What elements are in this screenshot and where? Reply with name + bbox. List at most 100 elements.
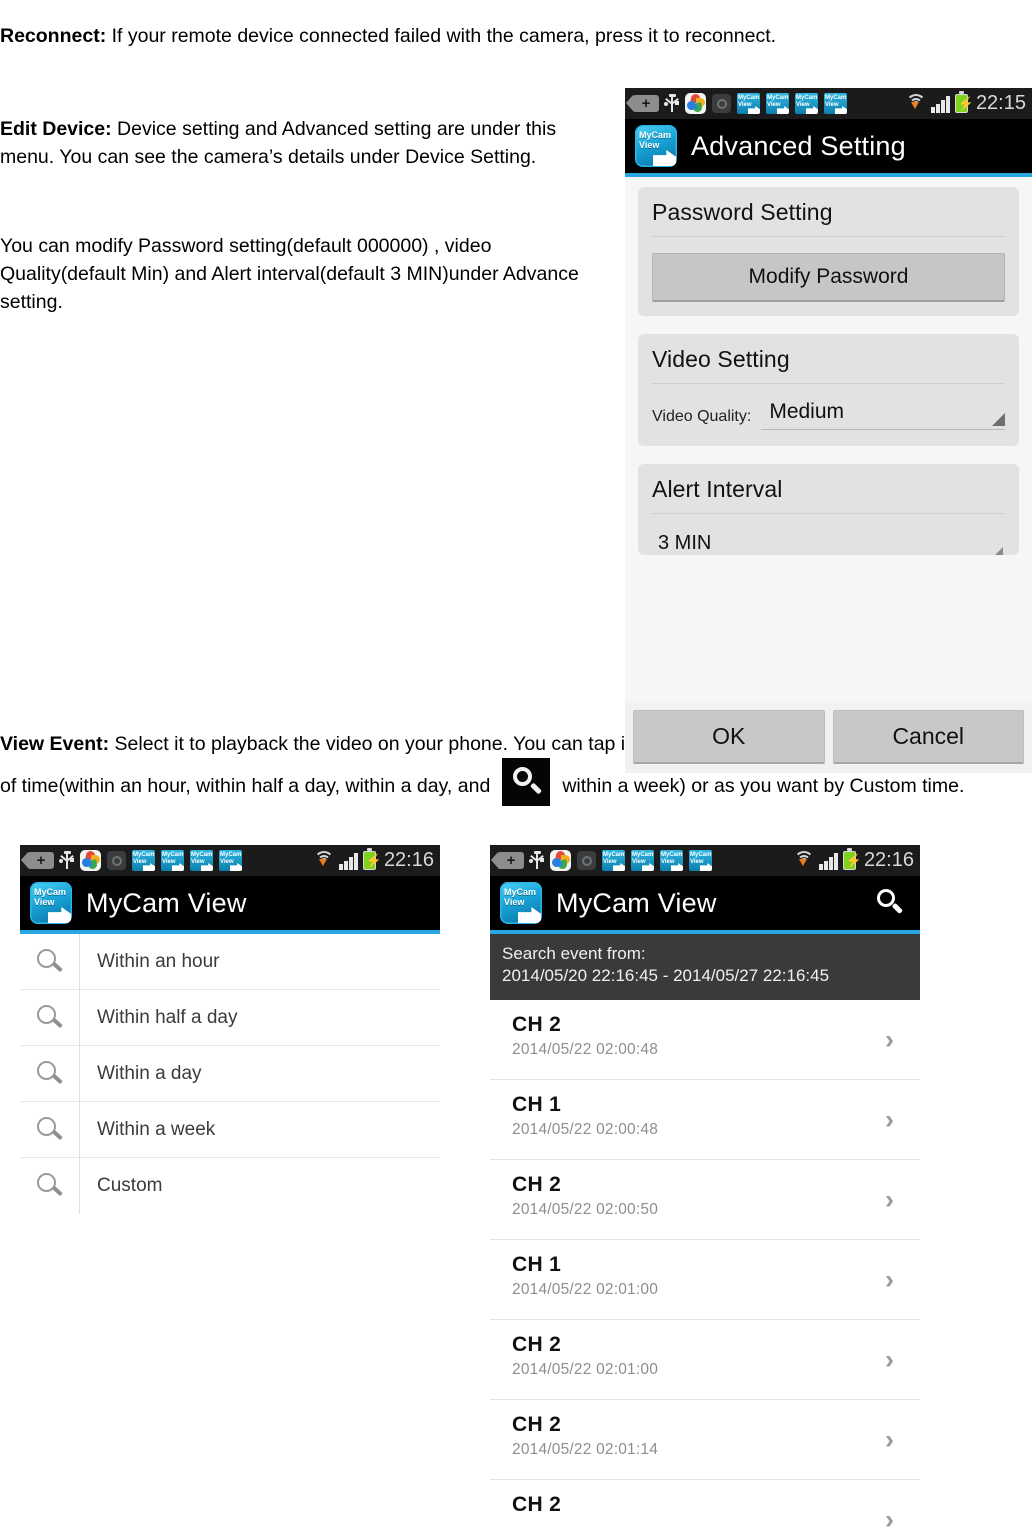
- event-channel: CH 2: [512, 1493, 562, 1516]
- chevron-right-icon: ›: [885, 1184, 894, 1214]
- page-title: MyCam View: [556, 887, 717, 918]
- event-timestamp: 2014/05/22 02:00:50: [512, 1201, 659, 1218]
- mycam-notification-icon: MyCam View: [190, 850, 213, 871]
- divider: [652, 236, 1005, 237]
- back-plus-icon: +: [626, 95, 659, 112]
- paragraph-edit-device: Edit Device: Device setting and Advanced…: [0, 115, 600, 171]
- photos-icon: [685, 93, 706, 114]
- list-item[interactable]: Within a week: [20, 1102, 440, 1158]
- mycam-notification-icon: MyCam View: [766, 93, 789, 114]
- search-range-banner: Search event from: 2014/05/20 22:16:45 -…: [490, 934, 920, 1000]
- screenshot-time-period-list: + MyCam View MyCam View MyCam View MyCam Vie…: [20, 845, 440, 1225]
- event-channel: CH 2: [512, 1333, 562, 1356]
- mycam-notification-icon: MyCam View: [689, 850, 712, 871]
- mycam-notification-icon: MyCam View: [161, 850, 184, 871]
- status-bar: + MyCam View MyCam View MyCam View MyCam Vie…: [20, 845, 440, 876]
- list-item-label: Custom: [97, 1175, 163, 1196]
- term-reconnect: Reconnect:: [0, 24, 107, 47]
- list-item-label: Within half a day: [97, 1006, 238, 1028]
- screenshot-advanced-setting: + MyCam View MyCam View MyCam View MyCam Vie…: [625, 88, 1032, 773]
- settings-body: Password Setting Modify Password Video S…: [625, 177, 1032, 773]
- battery-charging-icon: [954, 91, 968, 113]
- event-channel: CH 1: [512, 1253, 562, 1276]
- app-bar: MyCam View MyCam View: [490, 876, 920, 934]
- password-setting-card: Password Setting Modify Password: [638, 187, 1019, 316]
- event-channel: CH 2: [512, 1013, 562, 1036]
- usb-icon: [664, 94, 679, 113]
- alert-interval-title: Alert Interval: [652, 476, 783, 502]
- wifi-transfer-icon: [905, 94, 926, 113]
- list-item-label: Within an hour: [97, 950, 220, 972]
- screenshot-event-list: + MyCam View MyCam View MyCam View MyCam Vie…: [490, 845, 920, 1534]
- back-plus-icon: +: [21, 852, 54, 869]
- table-row[interactable]: CH 2 2014/05/22 02:01:14 ›: [490, 1400, 920, 1480]
- page-title: Advanced Setting: [691, 130, 906, 161]
- status-bar-time: 22:16: [863, 849, 914, 871]
- list-item[interactable]: Custom: [20, 1158, 440, 1214]
- modify-password-button[interactable]: Modify Password: [652, 253, 1005, 302]
- list-item-label: Within a week: [97, 1118, 216, 1140]
- video-setting-title: Video Setting: [652, 346, 790, 372]
- chevron-right-icon: ›: [885, 1104, 894, 1134]
- signal-icon: [339, 852, 358, 870]
- search-icon[interactable]: [874, 887, 906, 919]
- list-item[interactable]: Within a day: [20, 1046, 440, 1102]
- text-view-event-after: within a week) or as you want by Custom …: [562, 774, 965, 797]
- table-row[interactable]: CH 2 2014/05/22 02:00:50 ›: [490, 1160, 920, 1240]
- usb-icon: [59, 851, 74, 870]
- event-timestamp: 2014/05/22 02:01:14: [512, 1441, 659, 1458]
- gallery-icon: [107, 851, 126, 870]
- chevron-right-icon: ›: [885, 1344, 894, 1374]
- status-bar: + MyCam View MyCam View MyCam View MyCam Vie…: [625, 88, 1032, 119]
- search-icon: [502, 757, 551, 806]
- dialog-button-bar: OK Cancel: [625, 703, 1032, 773]
- battery-charging-icon: [842, 848, 856, 870]
- alert-interval-spinner[interactable]: 3 MIN: [652, 530, 1005, 555]
- mycam-notification-icon: MyCam View: [219, 850, 242, 871]
- video-quality-label: Video Quality:: [652, 408, 752, 425]
- battery-charging-icon: [362, 848, 376, 870]
- table-row[interactable]: CH 1 2014/05/22 02:01:00 ›: [490, 1240, 920, 1320]
- gallery-icon: [712, 94, 731, 113]
- chevron-right-icon: ›: [885, 1424, 894, 1454]
- signal-icon: [931, 95, 950, 113]
- paragraph-reconnect: Reconnect: If your remote device connect…: [0, 22, 1020, 50]
- gallery-icon: [577, 851, 596, 870]
- status-bar-time: 22:15: [975, 92, 1026, 114]
- status-bar: + MyCam View MyCam View MyCam View MyCam Vie…: [490, 845, 920, 876]
- event-timestamp: 2014/05/22 02:01:00: [512, 1361, 659, 1378]
- event-list: CH 2 2014/05/22 02:00:48 › CH 1 2014/05/…: [490, 1000, 920, 1534]
- wifi-transfer-icon: [793, 851, 814, 870]
- spinner-triangle-icon: [993, 547, 1003, 555]
- app-bar: MyCam View Advanced Setting: [625, 119, 1032, 177]
- mycam-view-app-icon: MyCam View: [500, 882, 542, 924]
- signal-icon: [819, 852, 838, 870]
- table-row[interactable]: CH 2 2014/05/22 02:00:48 ›: [490, 1000, 920, 1080]
- list-item[interactable]: Within an hour: [20, 934, 440, 990]
- video-quality-spinner[interactable]: Medium: [761, 400, 1005, 430]
- table-row[interactable]: CH 1 2014/05/22 02:00:48 ›: [490, 1080, 920, 1160]
- usb-icon: [529, 851, 544, 870]
- mycam-notification-icon: MyCam View: [132, 850, 155, 871]
- cancel-button[interactable]: Cancel: [832, 710, 1024, 764]
- term-edit-device: Edit Device:: [0, 117, 112, 140]
- spinner-triangle-icon: [992, 413, 1005, 426]
- time-period-list: Within an hour Within half a day Within …: [20, 934, 440, 1214]
- search-icon: [20, 1102, 80, 1157]
- table-row[interactable]: CH 2 ›: [490, 1480, 920, 1534]
- search-icon: [20, 1158, 80, 1214]
- wifi-transfer-icon: [313, 851, 334, 870]
- mycam-notification-icon: MyCam View: [795, 93, 818, 114]
- search-icon: [20, 1046, 80, 1101]
- mycam-notification-icon: MyCam View: [602, 850, 625, 871]
- search-range-value: 2014/05/20 22:16:45 - 2014/05/27 22:16:4…: [502, 966, 830, 985]
- list-item[interactable]: Within half a day: [20, 990, 440, 1046]
- event-timestamp: 2014/05/22 02:00:48: [512, 1121, 659, 1138]
- video-setting-card: Video Setting Video Quality: Medium: [638, 334, 1019, 446]
- table-row[interactable]: CH 2 2014/05/22 02:01:00 ›: [490, 1320, 920, 1400]
- list-item-label: Within a day: [97, 1062, 202, 1084]
- search-icon: [20, 990, 80, 1045]
- status-bar-time: 22:16: [383, 849, 434, 871]
- ok-button[interactable]: OK: [633, 710, 825, 764]
- divider: [652, 513, 1005, 514]
